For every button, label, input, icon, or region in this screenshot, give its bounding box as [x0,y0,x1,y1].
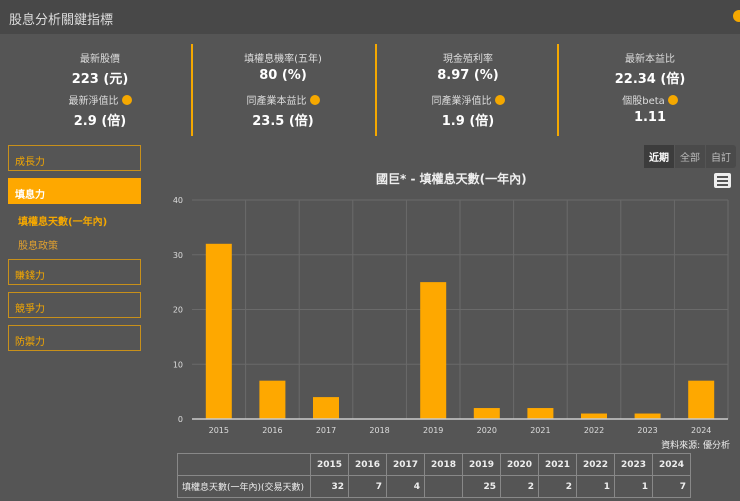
metric-col: 最新股價 223 (元) 最新淨值比 2.9 (倍) [10,44,190,136]
table-header-year: 2024 [652,453,691,476]
table-header-year: 2017 [386,453,425,476]
sidebar-item-defense[interactable]: 防禦力 [8,325,141,351]
x-tick-label: 2016 [262,426,282,435]
y-tick-label: 30 [173,251,183,260]
metric-value: 2.9 (倍) [73,114,127,129]
table-cell: 2 [538,475,577,498]
metric-label: 最新股價 [80,54,120,65]
sidebar-item-profit[interactable]: 賺錢力 [8,259,141,285]
bar-2023[interactable] [634,413,661,419]
metrics-panel: 最新股價 223 (元) 最新淨值比 2.9 (倍) 填權息機率(五年) 80 (%) 同… [0,44,740,136]
x-tick-label: 2021 [530,426,550,435]
menu-icon[interactable] [714,173,731,188]
data-table: 2015 2016 2017 2018 2019 2020 2021 2022 2023 2024… [177,453,691,498]
y-tick-label: 0 [178,415,183,424]
metric-label: 填權息機率(五年) [244,54,322,65]
sidebar-sub-fill-days[interactable]: 填權息天數(一年內) [18,213,107,228]
x-tick-label: 2019 [423,426,443,435]
divider [557,44,559,136]
metric-value: 1.11 [633,110,667,125]
info-icon[interactable] [667,95,678,105]
table-header-year: 2015 [310,453,349,476]
table-cell [424,475,463,498]
tab-custom[interactable]: 自訂 [705,145,736,168]
bar-2016[interactable] [259,380,286,419]
x-tick-label: 2017 [316,426,336,435]
y-tick-label: 40 [173,196,183,205]
table-header-year: 2023 [614,453,653,476]
table-cell: 25 [462,475,501,498]
x-tick-label: 2024 [691,426,711,435]
x-tick-label: 2015 [209,426,229,435]
table-cell: 32 [310,475,349,498]
period-tabs: 近期 全部 自訂 [644,145,736,168]
table-header-year: 2022 [576,453,615,476]
table-cell: 7 [652,475,691,498]
table-cell: 7 [348,475,387,498]
metric-label: 同產業本益比 [246,96,307,107]
metric-label: 同產業淨值比 [431,96,492,107]
data-source: 資料來源: 優分析 [661,441,730,451]
table-corner [177,453,311,476]
metric-label: 最新本益比 [625,54,675,65]
metric-value: 80 (%) [259,68,307,83]
bar-2020[interactable] [473,408,500,419]
x-tick-label: 2020 [477,426,497,435]
x-tick-label: 2018 [369,426,389,435]
table-cell: 1 [614,475,653,498]
bar-2022[interactable] [581,413,607,419]
chart-title: 國巨* - 填權息天數(一年內) [376,172,527,186]
metric-value: 8.97 (%) [437,68,499,83]
info-icon[interactable] [494,95,505,105]
metric-value: 23.5 (倍) [252,114,314,129]
metric-col: 最新本益比 22.34 (倍) 個股beta 1.11 [560,44,740,136]
info-icon[interactable] [733,10,740,22]
table-cell: 4 [386,475,425,498]
metric-col: 填權息機率(五年) 80 (%) 同產業本益比 23.5 (倍) [193,44,373,136]
metric-label: 現金殖利率 [443,54,493,65]
page-title: 股息分析關鍵指標 [9,13,114,28]
table-cell: 1 [576,475,615,498]
table-header-year: 2018 [424,453,463,476]
bar-2015[interactable] [205,243,232,419]
metric-label: 個股beta [622,96,665,107]
bar-2024[interactable] [688,380,715,419]
sidebar-item-competition[interactable]: 競爭力 [8,292,141,318]
sidebar-item-growth[interactable]: 成長力 [8,145,141,171]
sidebar-sub-policy[interactable]: 股息政策 [18,237,58,252]
metric-value: 223 (元) [71,72,129,87]
metric-label: 最新淨值比 [68,96,119,107]
bar-2019[interactable] [420,282,447,419]
row-label: 填權息天數(一年內)(交易天數) [177,475,311,498]
divider [375,44,377,136]
tab-all[interactable]: 全部 [674,145,705,168]
table-header-year: 2020 [500,453,539,476]
metric-value: 22.34 (倍) [614,72,686,87]
table-header-year: 2019 [462,453,501,476]
x-tick-label: 2022 [584,426,604,435]
y-tick-label: 10 [173,360,183,369]
y-tick-label: 20 [173,306,183,315]
bar-2017[interactable] [313,397,339,419]
metric-value: 1.9 (倍) [441,114,495,129]
table-header-year: 2016 [348,453,387,476]
table-cell: 2 [500,475,539,498]
metric-col: 現金殖利率 8.97 (%) 同產業淨值比 1.9 (倍) [378,44,558,136]
info-icon[interactable] [309,95,320,105]
x-tick-label: 2023 [637,426,657,435]
tab-recent[interactable]: 近期 [644,145,674,168]
header: 股息分析關鍵指標 [0,0,740,34]
sidebar-item-dividend[interactable]: 填息力 [8,178,141,204]
bar-2021[interactable] [527,408,554,419]
info-icon[interactable] [121,95,132,105]
table-header-year: 2021 [538,453,577,476]
